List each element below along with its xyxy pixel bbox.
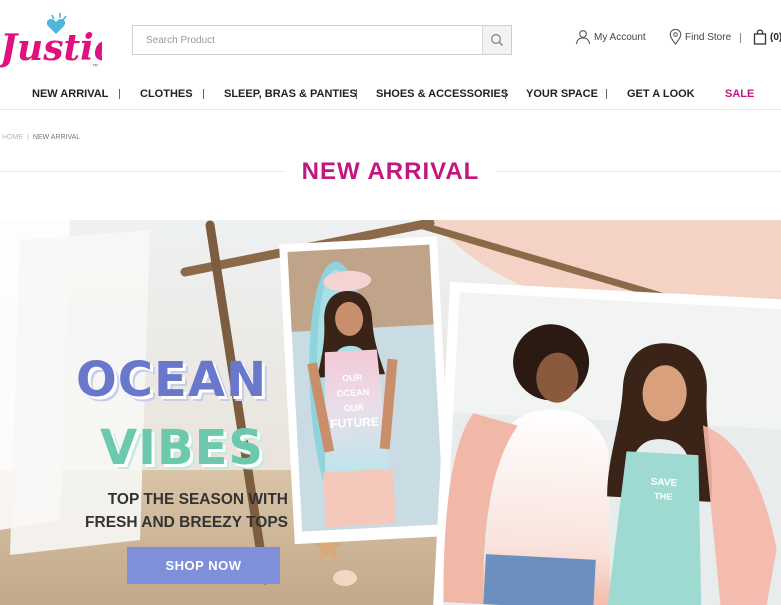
- hero-tagline-line-1: TOP THE SEASON WITH: [107, 491, 288, 508]
- my-account-label: My Account: [594, 31, 646, 43]
- main-navigation: NEW ARRIVAL CLOTHES SLEEP, BRAS & PANTIE…: [0, 80, 781, 110]
- search-button[interactable]: [482, 26, 511, 54]
- nav-sleep-bras-panties[interactable]: SLEEP, BRAS & PANTIES: [224, 80, 357, 108]
- breadcrumb: HOME | NEW ARRIVAL: [2, 134, 80, 141]
- search-icon: [491, 34, 504, 47]
- svg-text:SAVE: SAVE: [650, 477, 677, 489]
- svg-text:FUTURE: FUTURE: [330, 415, 379, 432]
- location-pin-icon: [669, 29, 682, 45]
- header-divider: [740, 33, 741, 43]
- nav-shoes-accessories[interactable]: SHOES & ACCESSORIES: [376, 80, 508, 108]
- my-account-link[interactable]: My Account: [575, 29, 646, 45]
- find-store-label: Find Store: [685, 31, 732, 43]
- page-title-row: NEW ARRIVAL: [0, 150, 781, 194]
- nav-clothes[interactable]: CLOTHES: [140, 80, 193, 108]
- nav-get-a-look[interactable]: GET A LOOK: [627, 80, 695, 108]
- svg-text:OCEAN: OCEAN: [336, 387, 369, 399]
- nav-your-space[interactable]: YOUR SPACE: [526, 80, 598, 108]
- find-store-link[interactable]: Find Store: [669, 29, 731, 45]
- nav-new-arrival[interactable]: NEW ARRIVAL: [32, 80, 108, 108]
- hero-tagline: TOP THE SEASON WITH FRESH AND BREEZY TOP…: [48, 488, 288, 534]
- nav-divider: [606, 89, 607, 99]
- shopping-bag-icon: [753, 29, 767, 45]
- nav-divider: [203, 89, 204, 99]
- page-title: NEW ARRIVAL: [301, 158, 480, 185]
- user-icon: [575, 30, 591, 45]
- search-bar: [132, 25, 512, 55]
- hero-banner[interactable]: OUR OCEAN OUR FUTURE SAVE THE OCEAN VIBE…: [0, 220, 781, 605]
- cart-count: (0): [770, 31, 781, 43]
- nav-divider: [119, 89, 120, 99]
- nav-sale[interactable]: SALE: [725, 80, 754, 108]
- hero-tagline-line-2: FRESH AND BREEZY TOPS: [85, 514, 288, 531]
- search-input[interactable]: [133, 26, 482, 54]
- hero-photo: OUR OCEAN OUR FUTURE SAVE THE: [0, 220, 781, 605]
- cart-link[interactable]: (0): [753, 29, 781, 45]
- breadcrumb-separator: |: [27, 134, 29, 141]
- breadcrumb-home[interactable]: HOME: [2, 134, 23, 141]
- breadcrumb-current: NEW ARRIVAL: [32, 134, 81, 141]
- svg-text:OUR: OUR: [344, 402, 365, 413]
- hero-headline-vibes: VIBES: [100, 420, 264, 476]
- nav-divider: [505, 89, 506, 99]
- svg-text:THE: THE: [654, 491, 672, 502]
- svg-text:OUR: OUR: [342, 372, 363, 383]
- nav-divider: [356, 89, 357, 99]
- justice-logo[interactable]: Justice ™: [0, 10, 139, 72]
- svg-text:™: ™: [92, 63, 98, 70]
- hero-headline-ocean: OCEAN: [76, 352, 268, 408]
- shop-now-button[interactable]: SHOP NOW: [127, 547, 280, 584]
- justice-logo-graphic: Justice ™: [0, 13, 139, 70]
- svg-text:Justice: Justice: [0, 27, 102, 69]
